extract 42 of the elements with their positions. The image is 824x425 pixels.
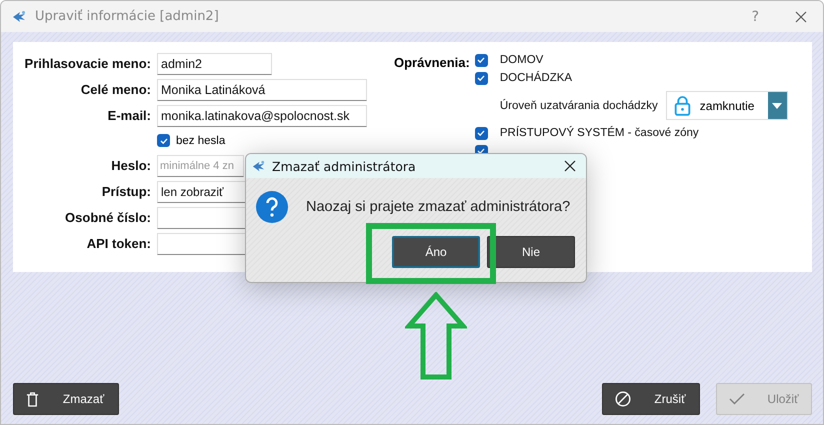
- checkbox[interactable]: [474, 54, 488, 66]
- dialog-title: Zmazať administrátora: [272, 158, 416, 174]
- dialog-message: Naozaj si prajete zmazať administrátora?: [306, 199, 570, 215]
- app-logo-icon: [251, 158, 266, 174]
- field-label: Prihlasovacie meno:: [24, 56, 151, 71]
- setting-label: Úroveň uzatvárania dochádzky: [500, 100, 658, 112]
- cancel-icon: [615, 391, 631, 407]
- delete-button[interactable]: Zmazať: [13, 383, 119, 415]
- field-label: Heslo:: [110, 158, 151, 173]
- checkbox[interactable]: [474, 126, 488, 140]
- lock-level-dropdown[interactable]: zamknutie: [666, 91, 788, 120]
- input-field[interactable]: Monika Latináková: [157, 78, 367, 100]
- padlock-icon: [674, 95, 691, 116]
- input-field[interactable]: monika.latinakova@spolocnost.sk: [157, 104, 367, 126]
- checkmark-icon: [476, 128, 486, 138]
- field-label: Osobné číslo:: [64, 210, 151, 225]
- trash-icon: [26, 392, 39, 406]
- close-icon[interactable]: [795, 10, 807, 22]
- permissions-label: Oprávnenia:: [394, 55, 470, 70]
- confirm-button[interactable]: Áno: [392, 236, 480, 268]
- field-label: Prístup:: [100, 184, 151, 199]
- permission-label: PRÍSTUPOVÝ SYSTÉM - časové zóny: [500, 127, 699, 139]
- permission-label: DOMOV: [500, 54, 544, 66]
- decline-button[interactable]: Nie: [487, 236, 575, 268]
- field-label: API token:: [86, 236, 151, 251]
- question-icon: [256, 191, 288, 223]
- checkmark-icon: [476, 73, 486, 83]
- dropdown-caret-icon: [772, 102, 782, 108]
- checkbox-label: bez hesla: [176, 134, 226, 146]
- input-field[interactable]: admin2: [157, 52, 272, 74]
- field-label: Celé meno:: [80, 82, 151, 97]
- checkmark-icon: [729, 393, 745, 405]
- checkbox[interactable]: [474, 72, 488, 84]
- app-logo-icon: [11, 8, 27, 24]
- checkmark-icon: [476, 55, 486, 65]
- close-icon[interactable]: [564, 160, 576, 172]
- field-label: E-mail:: [106, 108, 151, 123]
- input-field[interactable]: minimálne 4 zn: [157, 154, 244, 176]
- checkbox[interactable]: [157, 134, 170, 147]
- permission-label: DOCHÁDZKA: [500, 72, 572, 84]
- window-title: Upraviť informácie [admin2]: [35, 9, 219, 24]
- cancel-button[interactable]: Zrušiť: [602, 383, 700, 415]
